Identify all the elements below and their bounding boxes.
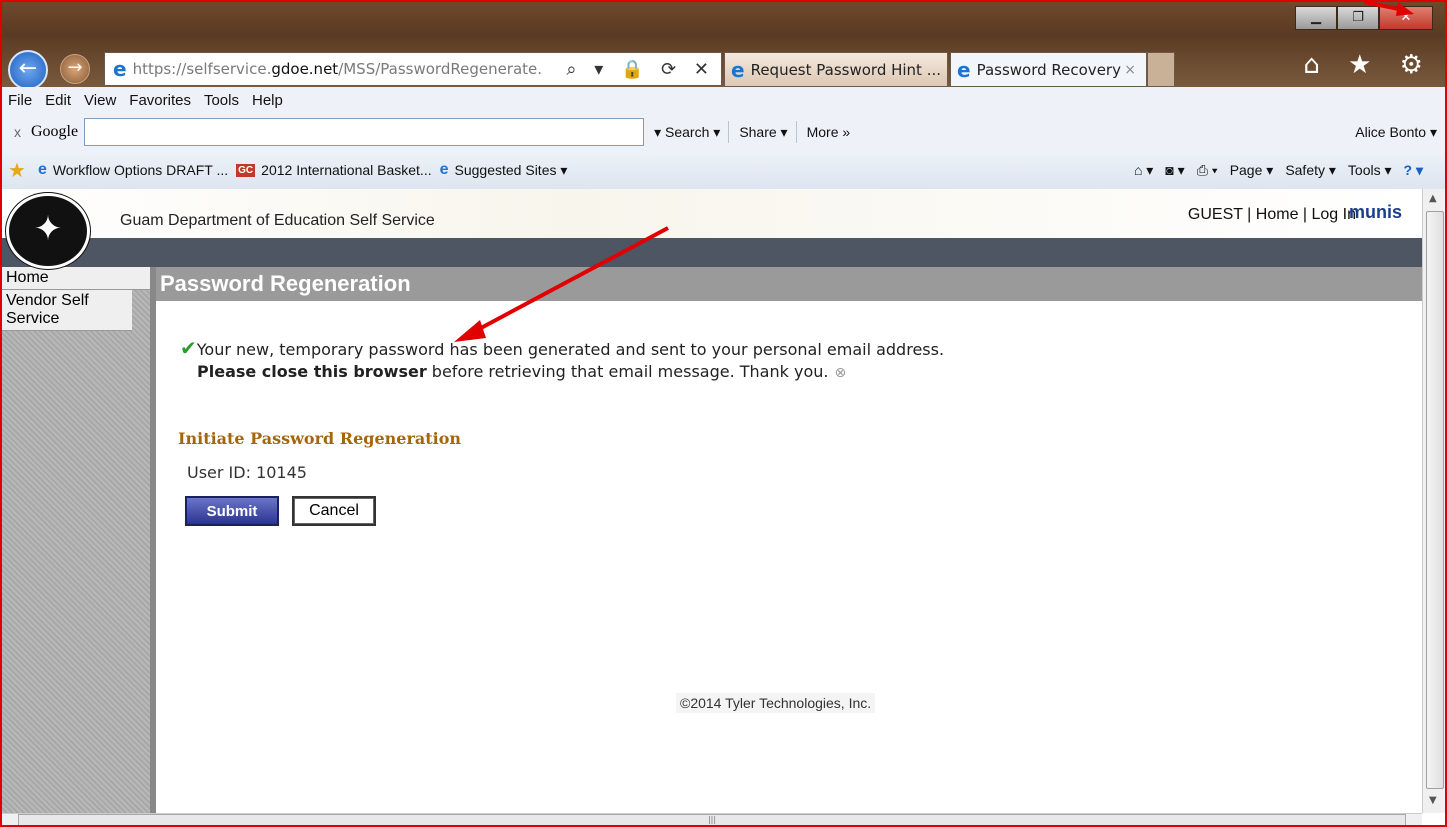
rss-icon[interactable]: ◙ ▾ (1165, 162, 1184, 179)
menu-favorites[interactable]: Favorites (129, 92, 191, 109)
favorite-suggested-sites[interactable]: e Suggested Sites ▾ (440, 161, 568, 179)
page-content: Guam Department of Education Self Servic… (0, 189, 1422, 813)
site-header: Guam Department of Education Self Servic… (0, 189, 1422, 238)
ie-page-icon: e (113, 57, 127, 81)
tab-close-icon[interactable]: × (1124, 62, 1136, 78)
forward-button[interactable]: → (60, 54, 90, 84)
annotation-arrow (454, 226, 669, 342)
google-logo: Google (31, 123, 79, 140)
address-bar-tools[interactable]: ⌕ ▾ 🔒 ⟳ ✕ (566, 59, 715, 80)
print-icon[interactable]: ⎙ ▾ (1197, 162, 1218, 179)
help-icon[interactable]: ? ▾ (1404, 162, 1423, 179)
ie-tab-icon: e (731, 57, 745, 82)
google-search-input[interactable] (84, 118, 645, 146)
back-button[interactable]: ← (8, 50, 48, 90)
menu-tools[interactable]: Tools (204, 92, 239, 109)
favorite-label: Workflow Options DRAFT ... (52, 162, 229, 178)
google-toolbar-close-icon[interactable]: x (14, 124, 21, 140)
horizontal-scroll-thumb[interactable]: ||| (18, 814, 1406, 827)
message-bold-text: Please close this browser (197, 362, 427, 381)
gdoe-seal-logo: ✦ (6, 193, 90, 269)
favorites-bar: ★ e Workflow Options DRAFT ... GC 2012 Int… (0, 151, 1447, 190)
tools-menu[interactable]: Tools ▾ (1348, 162, 1392, 179)
safety-menu[interactable]: Safety ▾ (1285, 162, 1336, 179)
page-heading-bar: Password Regeneration (156, 267, 1422, 301)
page-menu[interactable]: Page ▾ (1230, 162, 1274, 179)
horizontal-scrollbar[interactable]: ||| (0, 813, 1422, 827)
sidebar-item-home[interactable]: Home (0, 267, 150, 290)
favorites-star-icon[interactable]: ★ (8, 158, 26, 183)
munis-logo: munis (1348, 202, 1402, 222)
annotation-arrow-corner (1363, 0, 1414, 16)
section-heading: Initiate Password Regeneration (178, 429, 462, 448)
url-scheme: https://selfservice. (132, 60, 272, 78)
tab-password-recovery[interactable]: e Password Recovery × (950, 52, 1147, 87)
back-arrow-icon: ← (18, 56, 38, 81)
url-domain: gdoe.net (271, 60, 339, 78)
tab-label: Request Password Hint ... (750, 60, 942, 79)
message-line-2: before retrieving that email message. Th… (426, 362, 829, 381)
page-title: Password Regeneration (160, 271, 411, 296)
browser-titlebar: ▁ ❐ ✕ ← → e https://selfservice. gdoe.net… (0, 0, 1447, 90)
favorite-workflow-options[interactable]: e Workflow Options DRAFT ... (38, 161, 228, 179)
sidebar: Home Vendor Self Service (0, 267, 150, 813)
dismiss-icon[interactable]: ⊗ (834, 365, 846, 381)
menu-view[interactable]: View (84, 92, 116, 109)
google-share-button[interactable]: Share ▾ (739, 124, 787, 141)
site-title: Guam Department of Education Self Servic… (120, 212, 435, 229)
url-path: /MSS/PasswordRegenerate. (338, 60, 543, 78)
google-toolbar: x Google ▾ Search ▾ Share ▾ More » Alice… (0, 113, 1447, 151)
home-icon[interactable]: ⌂ ▾ (1134, 162, 1153, 179)
copyright-footer: ©2014 Tyler Technologies, Inc. (676, 693, 876, 713)
sidebar-item-vendor-self-service[interactable]: Vendor Self Service (0, 290, 132, 331)
google-more-button[interactable]: More » (807, 124, 851, 140)
header-strip (0, 238, 1422, 267)
vertical-scrollbar[interactable]: ▲ ▼ (1422, 189, 1446, 813)
command-bar: ⌂ ▾ ◙ ▾ ⎙ ▾ Page ▾ Safety ▾ Tools ▾ ? ▾ (1122, 162, 1423, 179)
divider (795, 121, 797, 143)
tab-request-password-hint[interactable]: e Request Password Hint ... (724, 52, 948, 87)
menu-edit[interactable]: Edit (45, 92, 71, 109)
scroll-up-icon[interactable]: ▲ (1429, 193, 1437, 204)
header-links[interactable]: GUEST | Home | Log In (1188, 206, 1356, 224)
address-bar[interactable]: e https://selfservice. gdoe.net/MSS/Passw… (104, 52, 722, 86)
cancel-button[interactable]: Cancel (292, 496, 376, 526)
scroll-down-icon[interactable]: ▼ (1429, 795, 1437, 806)
ie-tab-icon: e (957, 57, 971, 82)
google-search-button[interactable]: ▾ Search ▾ (654, 124, 720, 141)
ie-page-icon: e (439, 161, 449, 178)
submit-button[interactable]: Submit (185, 496, 279, 526)
ie-page-icon: e (37, 161, 47, 178)
menu-file[interactable]: File (8, 92, 32, 109)
forward-arrow-icon: → (67, 57, 83, 78)
divider (728, 121, 730, 143)
menu-help[interactable]: Help (252, 92, 283, 109)
google-user-account[interactable]: Alice Bonto ▾ (1355, 124, 1437, 141)
tab-label: Password Recovery (976, 60, 1121, 79)
menu-bar: File Edit View Favorites Tools Help (0, 87, 1447, 113)
new-tab-button[interactable] (1147, 52, 1175, 87)
favorite-label: 2012 International Basket... (261, 162, 432, 178)
home-favorites-settings-icons[interactable]: ⌂ ★ ⚙ (1303, 50, 1433, 80)
gc-icon: GC (236, 163, 256, 177)
vertical-scroll-thumb[interactable] (1426, 211, 1444, 789)
favorite-label: Suggested Sites ▾ (454, 161, 568, 178)
sidebar-divider (150, 267, 156, 813)
favorite-international-basket[interactable]: GC 2012 International Basket... (236, 162, 432, 178)
user-id-label: User ID: 10145 (187, 463, 307, 482)
minimize-button[interactable]: ▁ (1295, 6, 1337, 30)
checkmark-icon: ✔ (180, 336, 197, 360)
